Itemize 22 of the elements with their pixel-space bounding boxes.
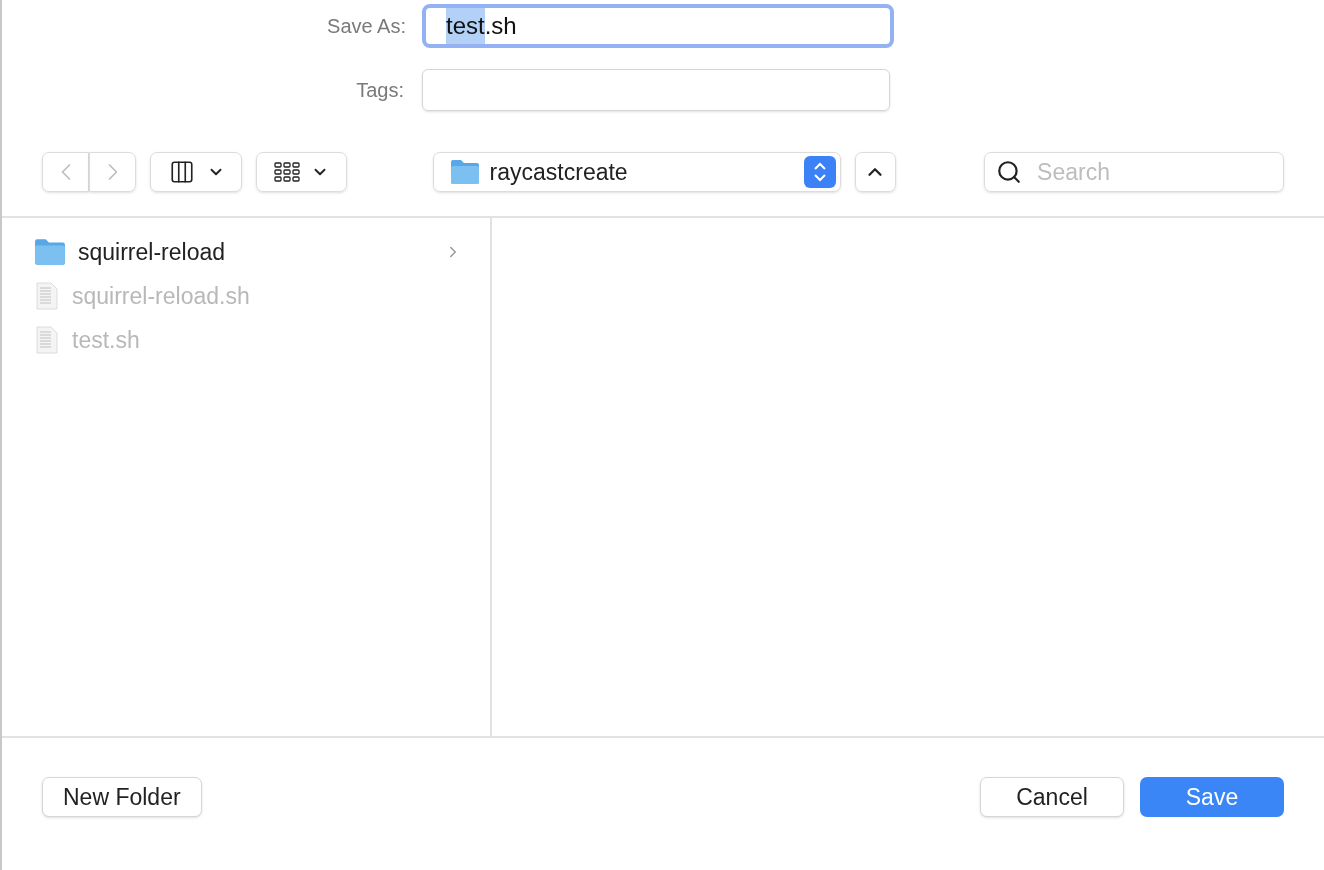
icon-grid-icon bbox=[273, 161, 302, 183]
filename-field[interactable]: test.sh bbox=[422, 4, 894, 48]
tags-label: Tags: bbox=[355, 78, 405, 103]
file-row[interactable]: squirrel-reload bbox=[34, 230, 462, 274]
tags-field[interactable] bbox=[422, 69, 890, 111]
parent-folder-button[interactable] bbox=[854, 152, 897, 192]
save-button[interactable]: Save bbox=[1140, 777, 1284, 817]
folder-icon bbox=[34, 238, 66, 266]
document-icon bbox=[34, 282, 60, 310]
search-icon bbox=[996, 159, 1023, 185]
stepper-icon bbox=[803, 156, 836, 188]
filename-text: .sh bbox=[484, 11, 517, 41]
location-dropdown[interactable]: raycastcreate bbox=[432, 152, 841, 192]
filename-text: test bbox=[446, 8, 485, 44]
dialog-button[interactable]: Cancel bbox=[980, 777, 1124, 817]
dialog-button[interactable]: New Folder bbox=[42, 777, 202, 817]
folder-icon bbox=[449, 159, 480, 185]
document-icon bbox=[34, 326, 60, 354]
group-view-button[interactable] bbox=[256, 152, 347, 192]
search-field[interactable]: Search bbox=[984, 152, 1284, 192]
column-view-button[interactable] bbox=[150, 152, 243, 192]
save-as-label: Save As: bbox=[326, 14, 407, 39]
